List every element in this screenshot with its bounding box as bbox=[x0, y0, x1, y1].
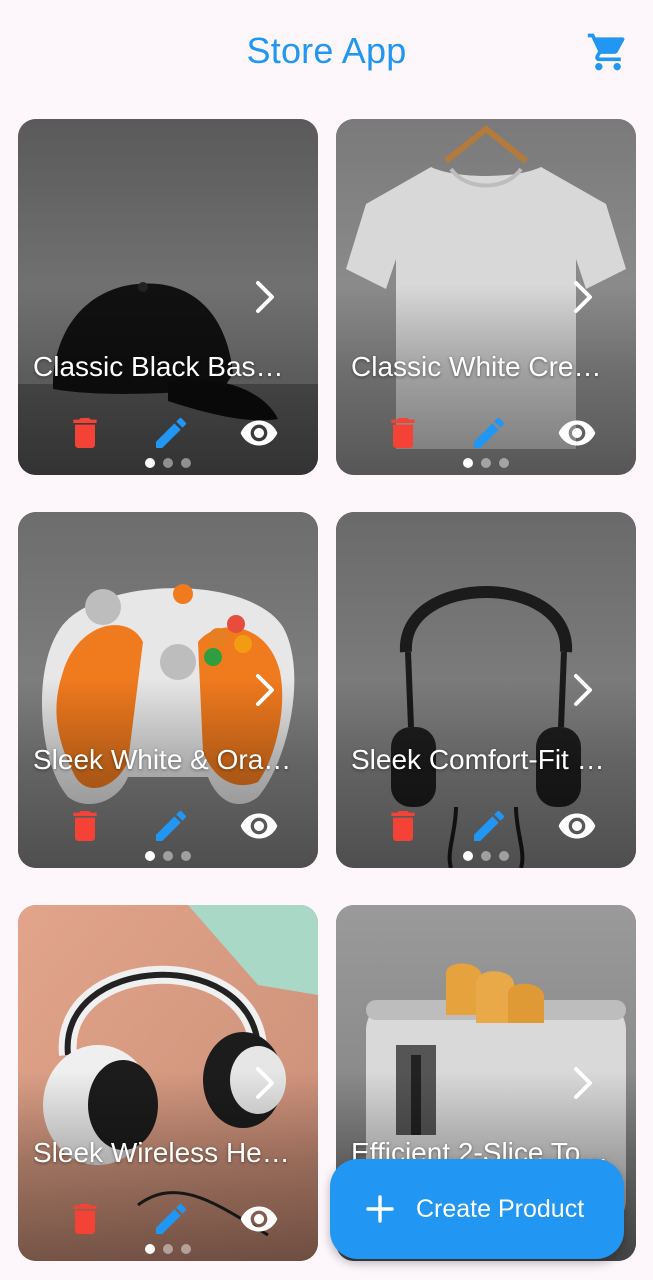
delete-button[interactable] bbox=[65, 1199, 105, 1239]
indicator-dot bbox=[481, 851, 491, 861]
product-card[interactable]: Classic Black Bas… bbox=[18, 119, 318, 475]
delete-icon bbox=[391, 418, 415, 448]
edit-icon bbox=[156, 417, 187, 448]
view-button[interactable] bbox=[239, 1199, 279, 1239]
indicator-dot bbox=[499, 851, 509, 861]
image-indicator bbox=[336, 458, 636, 468]
indicator-dot bbox=[499, 458, 509, 468]
delete-button[interactable] bbox=[65, 806, 105, 846]
edit-button[interactable] bbox=[151, 1199, 191, 1239]
chevron-right-icon bbox=[256, 1067, 274, 1099]
chevron-right-icon bbox=[574, 281, 592, 313]
product-title: Sleek Wireless He… bbox=[33, 1137, 290, 1168]
indicator-dot bbox=[145, 851, 155, 861]
chevron-right-icon bbox=[256, 281, 274, 313]
delete-icon bbox=[391, 811, 415, 841]
next-image-button[interactable] bbox=[252, 1063, 280, 1103]
next-image-button[interactable] bbox=[252, 670, 280, 710]
view-button[interactable] bbox=[557, 806, 597, 846]
indicator-dot bbox=[163, 458, 173, 468]
product-title: Classic White Cre… bbox=[351, 351, 602, 382]
create-product-label: Create Product bbox=[416, 1195, 585, 1223]
indicator-dot bbox=[463, 851, 473, 861]
product-card[interactable]: Sleek Wireless He… bbox=[18, 905, 318, 1261]
create-product-button[interactable]: Create Product bbox=[330, 1159, 624, 1259]
edit-icon bbox=[474, 810, 505, 841]
eye-icon bbox=[240, 813, 278, 839]
product-title: Sleek White & Ora… bbox=[33, 744, 292, 775]
indicator-dot bbox=[481, 458, 491, 468]
view-button[interactable] bbox=[239, 413, 279, 453]
product-card[interactable]: Classic White Cre… bbox=[336, 119, 636, 475]
indicator-dot bbox=[145, 1244, 155, 1254]
next-image-button[interactable] bbox=[570, 670, 598, 710]
image-indicator bbox=[18, 1244, 318, 1254]
edit-button[interactable] bbox=[469, 806, 509, 846]
edit-button[interactable] bbox=[151, 413, 191, 453]
indicator-dot bbox=[181, 1244, 191, 1254]
eye-icon bbox=[558, 813, 596, 839]
indicator-dot bbox=[163, 851, 173, 861]
edit-icon bbox=[474, 417, 505, 448]
product-title: Sleek Comfort-Fit … bbox=[351, 744, 605, 775]
delete-icon bbox=[73, 418, 97, 448]
product-grid: Classic Black Bas… Classic White Cre… Sl… bbox=[0, 0, 653, 1280]
view-button[interactable] bbox=[557, 413, 597, 453]
indicator-dot bbox=[181, 851, 191, 861]
image-indicator bbox=[18, 458, 318, 468]
next-image-button[interactable] bbox=[570, 277, 598, 317]
next-image-button[interactable] bbox=[252, 277, 280, 317]
indicator-dot bbox=[463, 458, 473, 468]
edit-button[interactable] bbox=[469, 413, 509, 453]
image-indicator bbox=[336, 851, 636, 861]
indicator-dot bbox=[145, 458, 155, 468]
delete-button[interactable] bbox=[65, 413, 105, 453]
eye-icon bbox=[240, 1206, 278, 1232]
plus-icon bbox=[366, 1195, 394, 1223]
edit-button[interactable] bbox=[151, 806, 191, 846]
chevron-right-icon bbox=[574, 1067, 592, 1099]
edit-icon bbox=[156, 810, 187, 841]
delete-icon bbox=[73, 1204, 97, 1234]
view-button[interactable] bbox=[239, 806, 279, 846]
indicator-dot bbox=[163, 1244, 173, 1254]
edit-icon bbox=[156, 1203, 187, 1234]
eye-icon bbox=[240, 420, 278, 446]
product-card[interactable]: Sleek White & Ora… bbox=[18, 512, 318, 868]
chevron-right-icon bbox=[574, 674, 592, 706]
delete-icon bbox=[73, 811, 97, 841]
product-card[interactable]: Sleek Comfort-Fit … bbox=[336, 512, 636, 868]
image-indicator bbox=[18, 851, 318, 861]
delete-button[interactable] bbox=[383, 413, 423, 453]
next-image-button[interactable] bbox=[570, 1063, 598, 1103]
chevron-right-icon bbox=[256, 674, 274, 706]
product-title: Classic Black Bas… bbox=[33, 351, 284, 382]
indicator-dot bbox=[181, 458, 191, 468]
eye-icon bbox=[558, 420, 596, 446]
delete-button[interactable] bbox=[383, 806, 423, 846]
